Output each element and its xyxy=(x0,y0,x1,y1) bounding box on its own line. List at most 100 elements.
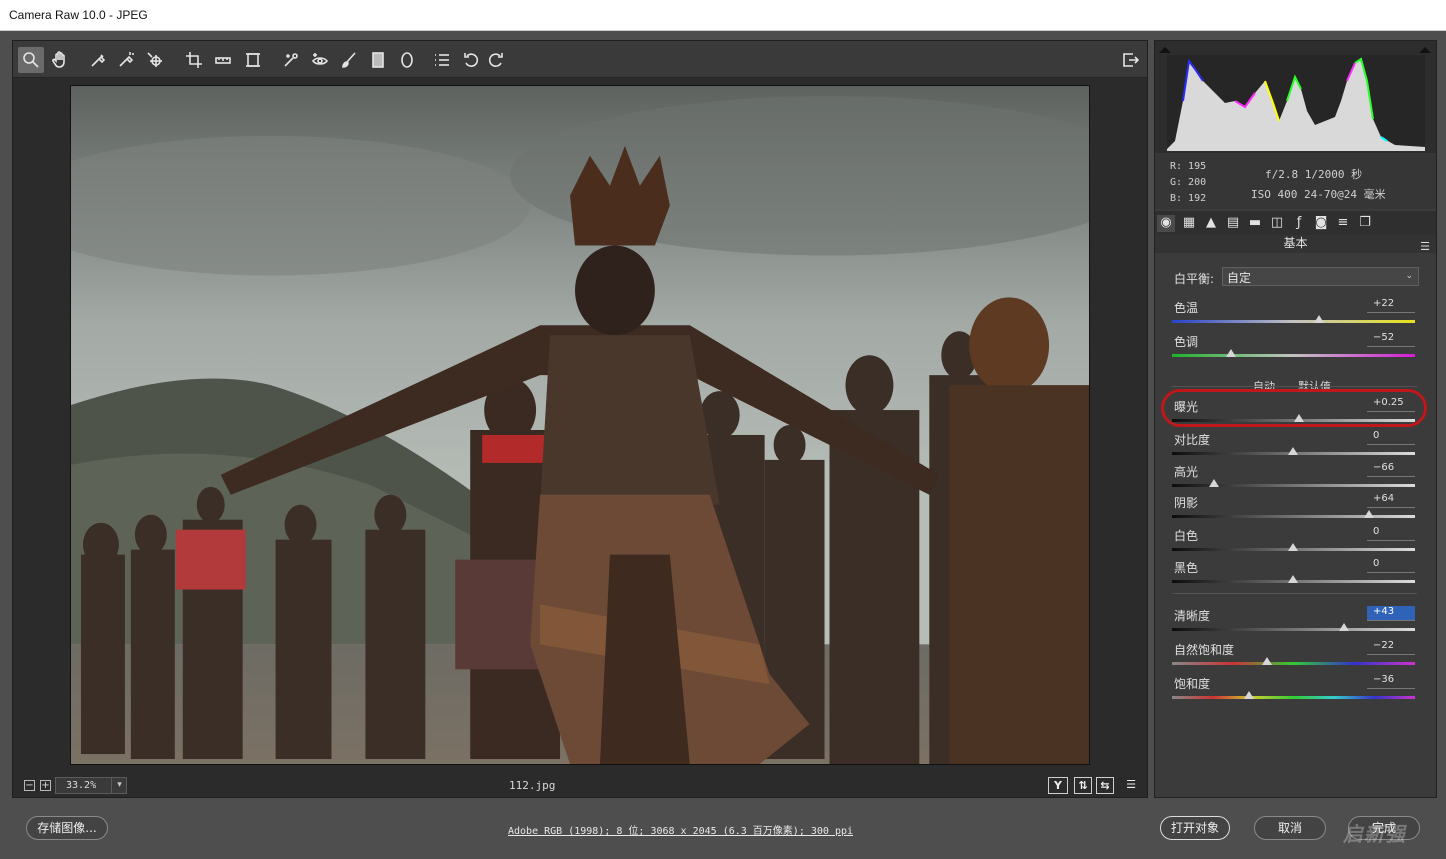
photo-preview[interactable] xyxy=(70,85,1090,765)
contrast-label: 对比度 xyxy=(1174,433,1211,447)
tint-track[interactable] xyxy=(1172,354,1415,357)
shadows-label: 阴影 xyxy=(1174,496,1199,510)
rgb-r-value: R: 195 xyxy=(1170,161,1207,172)
vibrance-thumb[interactable] xyxy=(1262,657,1272,665)
blacks-label: 黑色 xyxy=(1174,561,1199,575)
tab-tone-curve-icon[interactable]: ▦ xyxy=(1180,215,1198,232)
whites-value-field[interactable]: 0 xyxy=(1367,526,1415,541)
file-name: 112.jpg xyxy=(509,779,556,792)
tab-effects-icon[interactable]: ƒ xyxy=(1290,215,1308,232)
info-panel: R: 195 G: 200 B: 192 f/2.8 1/2000 秒 ISO … xyxy=(1155,153,1436,209)
white-balance-label: 白平衡: xyxy=(1174,272,1215,286)
tint-thumb[interactable] xyxy=(1226,349,1236,357)
workflow-options-link[interactable]: Adobe RGB (1998); 8 位; 3068 x 2045 (6.3 … xyxy=(508,822,853,837)
tab-presets-icon[interactable]: ≡ xyxy=(1334,215,1352,232)
radial-filter-icon[interactable] xyxy=(394,47,420,73)
tab-snapshots-icon[interactable]: ❐ xyxy=(1356,215,1374,232)
zoom-dropdown-icon[interactable]: ▾ xyxy=(111,778,127,793)
exposure-highlight-annotation xyxy=(1161,389,1427,427)
shadows-thumb[interactable] xyxy=(1364,510,1374,518)
panel-tabs: ◉ ▦ ▲ ▤ ▬ ◫ ƒ ◙ ≡ ❐ xyxy=(1155,211,1436,235)
whites-thumb[interactable] xyxy=(1288,543,1298,551)
vibrance-track[interactable] xyxy=(1172,662,1415,665)
preferences-icon[interactable] xyxy=(429,47,455,73)
temperature-label: 色温 xyxy=(1174,301,1199,315)
cancel-button[interactable]: 取消 xyxy=(1254,816,1326,840)
clarity-thumb[interactable] xyxy=(1339,623,1349,631)
saturation-thumb[interactable] xyxy=(1244,691,1254,699)
panel-menu-icon[interactable]: ☰ xyxy=(1420,238,1430,255)
tab-camera-calibration-icon[interactable]: ◙ xyxy=(1312,215,1330,232)
hand-icon[interactable] xyxy=(47,47,73,73)
straighten-icon[interactable] xyxy=(210,47,236,73)
copy-settings-icon[interactable]: ⇆ xyxy=(1096,777,1114,794)
title-bar: Camera Raw 10.0 - JPEG xyxy=(0,0,1446,31)
vibrance-value-field[interactable]: −22 xyxy=(1367,640,1415,655)
vibrance-label: 自然饱和度 xyxy=(1174,643,1235,657)
tint-label: 色调 xyxy=(1174,335,1199,349)
white-balance-select[interactable]: 自定 ⌄ xyxy=(1222,267,1419,286)
temperature-value-field[interactable]: +22 xyxy=(1367,298,1415,313)
toolbar xyxy=(13,41,1147,78)
tab-detail-icon[interactable]: ▲ xyxy=(1202,215,1220,232)
section-title-text: 基本 xyxy=(1283,236,1308,250)
section-title: 基本 ☰ xyxy=(1155,235,1436,253)
clarity-track[interactable] xyxy=(1172,628,1415,631)
temperature-thumb[interactable] xyxy=(1314,315,1324,323)
red-eye-icon[interactable] xyxy=(307,47,333,73)
window-title: Camera Raw 10.0 - JPEG xyxy=(9,8,148,22)
graduated-filter-icon[interactable] xyxy=(365,47,391,73)
saturation-label: 饱和度 xyxy=(1174,677,1211,691)
zoom-out-button[interactable]: − xyxy=(24,780,35,791)
toggle-fullscreen-icon[interactable] xyxy=(1117,47,1143,73)
tab-lens-icon[interactable]: ◫ xyxy=(1268,215,1286,232)
open-object-button[interactable]: 打开对象 xyxy=(1160,816,1230,840)
targeted-adjust-icon[interactable] xyxy=(142,47,168,73)
zoom-in-button[interactable]: + xyxy=(40,780,51,791)
rgb-b-value: B: 192 xyxy=(1170,193,1207,204)
spot-removal-icon[interactable] xyxy=(278,47,304,73)
contrast-value-field[interactable]: 0 xyxy=(1367,430,1415,445)
white-balance-value: 自定 xyxy=(1227,271,1252,285)
highlights-label: 高光 xyxy=(1174,465,1199,479)
swap-before-after-icon[interactable]: ⇅ xyxy=(1074,777,1092,794)
zoom-level-text: 33.2% xyxy=(66,780,97,791)
adjustment-brush-icon[interactable] xyxy=(336,47,362,73)
bottom-bar: 存储图像... Adobe RGB (1998); 8 位; 3068 x 20… xyxy=(0,798,1446,859)
status-bar: − + 33.2% ▾ 112.jpg Y ⇅ ⇆ ☰ xyxy=(13,773,1147,797)
shadows-track[interactable] xyxy=(1172,515,1415,518)
blacks-value-field[interactable]: 0 xyxy=(1367,558,1415,573)
preview-area: − + 33.2% ▾ 112.jpg Y ⇅ ⇆ ☰ xyxy=(12,40,1148,798)
temperature-track[interactable] xyxy=(1172,320,1415,323)
zoom-icon[interactable] xyxy=(18,47,44,73)
clarity-label: 清晰度 xyxy=(1174,609,1211,623)
shadows-value-field[interactable]: +64 xyxy=(1367,493,1415,508)
before-after-toggle[interactable]: Y xyxy=(1048,777,1068,794)
histogram xyxy=(1155,41,1436,153)
rgb-g-value: G: 200 xyxy=(1170,177,1207,188)
tab-basic-icon[interactable]: ◉ xyxy=(1157,215,1175,232)
saturation-value-field[interactable]: −36 xyxy=(1367,674,1415,689)
crop-icon[interactable] xyxy=(181,47,207,73)
tab-hsl-icon[interactable]: ▤ xyxy=(1224,215,1242,232)
saturation-track[interactable] xyxy=(1172,696,1415,699)
watermark-logo: 启新强 xyxy=(1343,822,1406,846)
whites-label: 白色 xyxy=(1174,529,1199,543)
tint-value-field[interactable]: −52 xyxy=(1367,332,1415,347)
transform-icon[interactable] xyxy=(240,47,266,73)
clarity-value-field[interactable]: +43 xyxy=(1367,606,1415,621)
rotate-cw-icon[interactable] xyxy=(483,47,509,73)
section-divider xyxy=(1172,386,1417,387)
contrast-thumb[interactable] xyxy=(1288,447,1298,455)
tab-split-toning-icon[interactable]: ▬ xyxy=(1246,215,1264,232)
highlights-value-field[interactable]: −66 xyxy=(1367,462,1415,477)
color-sampler-icon[interactable] xyxy=(113,47,139,73)
view-settings-icon[interactable]: ☰ xyxy=(1121,777,1141,794)
highlights-thumb[interactable] xyxy=(1209,479,1219,487)
blacks-thumb[interactable] xyxy=(1288,575,1298,583)
white-balance-icon[interactable] xyxy=(85,47,111,73)
rotate-ccw-icon[interactable] xyxy=(458,47,484,73)
iso-lens-info: ISO 400 24-70@24 毫米 xyxy=(1251,188,1386,201)
save-image-button[interactable]: 存储图像... xyxy=(26,816,108,840)
chevron-down-icon: ⌄ xyxy=(1405,271,1413,281)
